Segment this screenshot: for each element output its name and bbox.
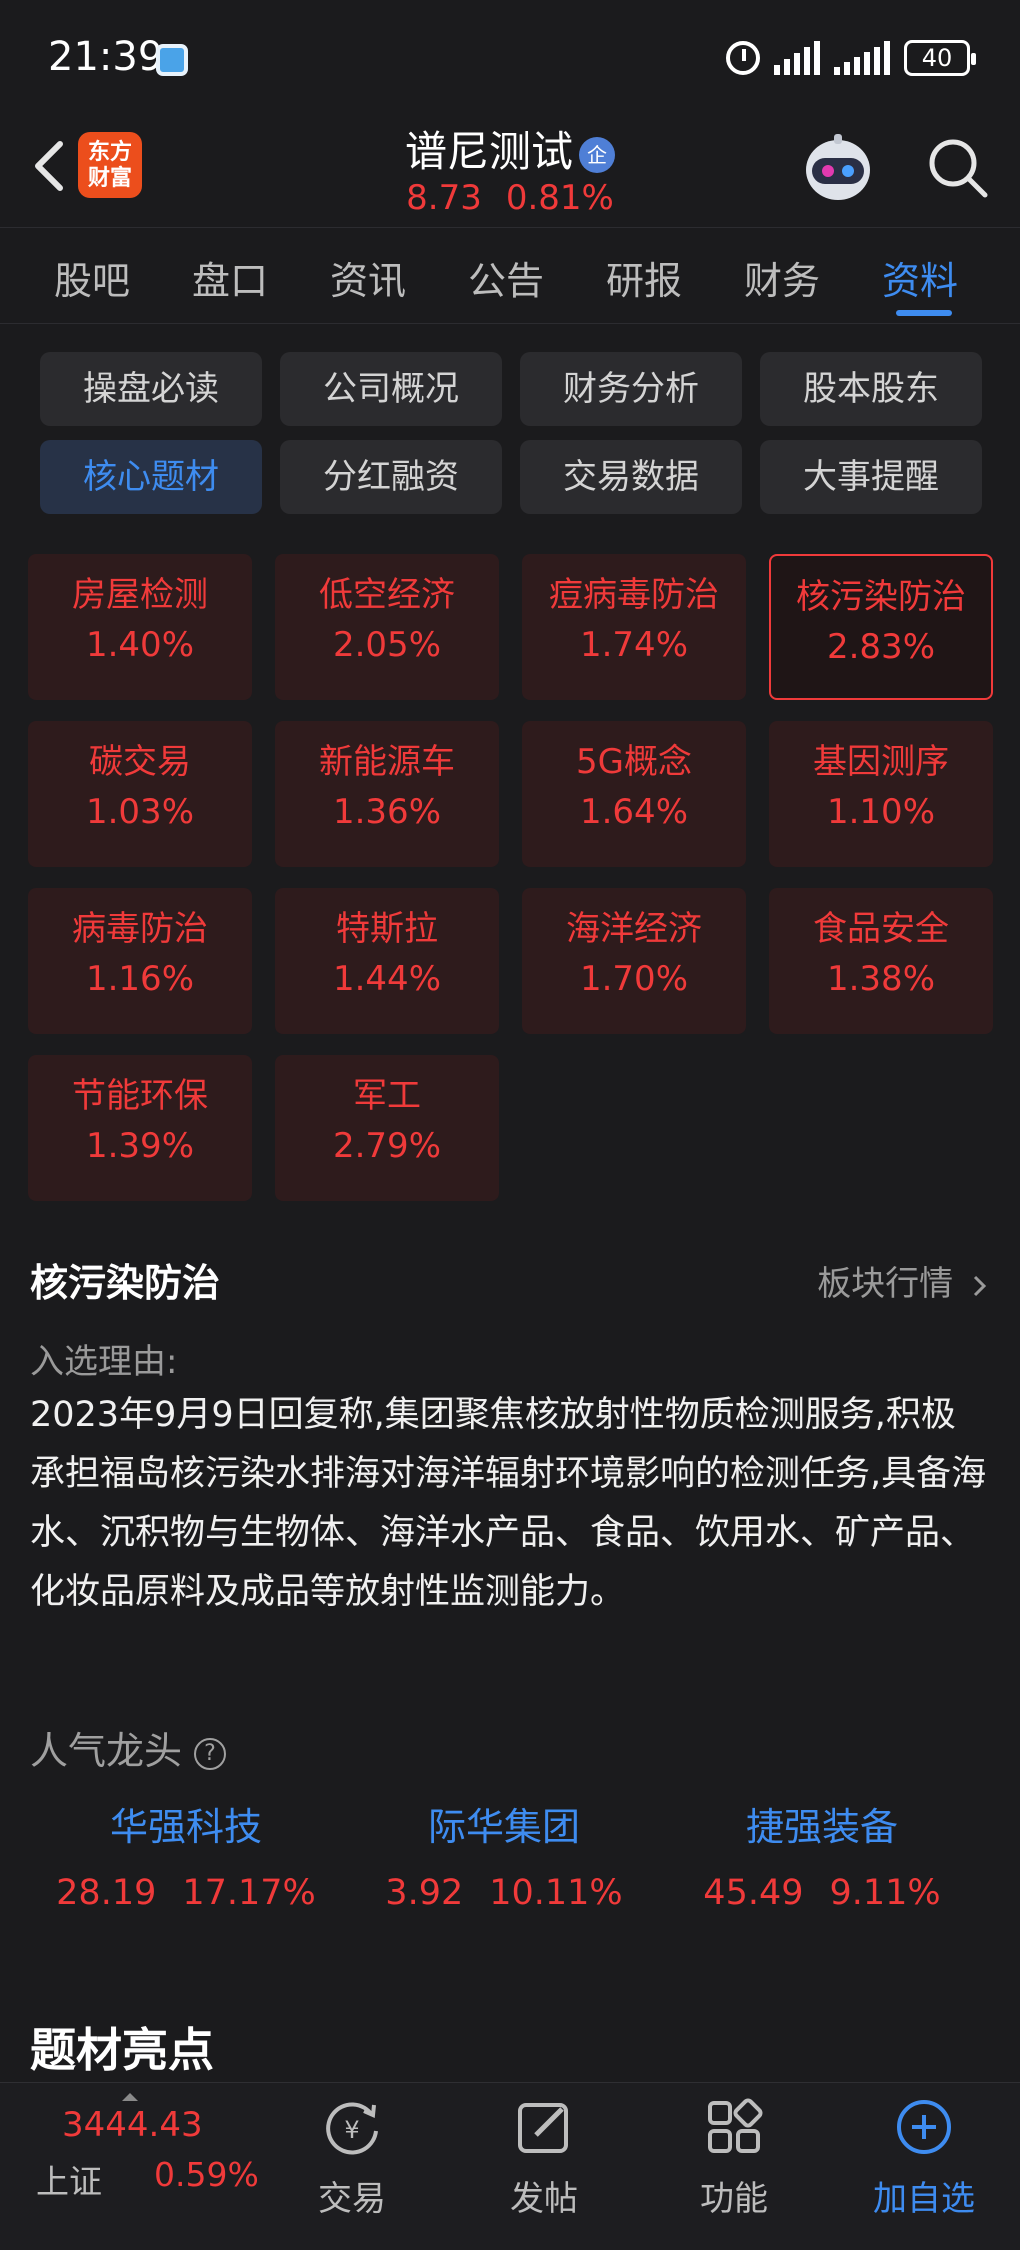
post-button[interactable]: 发帖: [464, 2095, 624, 2220]
add-to-watchlist-button[interactable]: 加自选: [844, 2095, 1004, 2220]
theme-card[interactable]: 节能环保 1.39%: [28, 1055, 252, 1201]
edit-icon: [518, 2103, 568, 2153]
subtab-dividends[interactable]: 分红融资: [280, 440, 502, 514]
stock-change-pct: 0.81%: [505, 178, 614, 218]
leader-item[interactable]: 捷强装备 45.49 9.11%: [662, 1796, 982, 1913]
theme-card[interactable]: 痘病毒防治 1.74%: [522, 554, 746, 700]
theme-card[interactable]: 低空经济 2.05%: [275, 554, 499, 700]
trade-button[interactable]: ¥ 交易: [272, 2095, 432, 2220]
search-icon[interactable]: [926, 136, 990, 200]
nav-bar: 东方 财富 谱尼测试企 8.73 0.81%: [0, 110, 1020, 228]
tab-news[interactable]: 资讯: [330, 250, 406, 305]
theme-card[interactable]: 特斯拉 1.44%: [275, 888, 499, 1034]
theme-card[interactable]: 新能源车 1.36%: [275, 721, 499, 867]
subtab-events[interactable]: 大事提醒: [760, 440, 982, 514]
active-tab-indicator: [896, 310, 952, 316]
theme-card[interactable]: 碳交易 1.03%: [28, 721, 252, 867]
wifi-signal-icon: [774, 41, 820, 75]
add-circle-icon: [897, 2100, 951, 2154]
alarm-icon: [726, 41, 760, 75]
yuan-cycle-icon: ¥: [326, 2102, 378, 2155]
subtab-core-themes[interactable]: 核心题材: [40, 440, 262, 514]
enterprise-badge-icon: 企: [579, 136, 615, 173]
expand-up-icon[interactable]: [122, 2093, 138, 2101]
subtab-company-overview[interactable]: 公司概况: [280, 352, 502, 426]
subtab-share-capital[interactable]: 股本股东: [760, 352, 982, 426]
theme-card[interactable]: 病毒防治 1.16%: [28, 888, 252, 1034]
chevron-right-icon: [973, 1275, 987, 1296]
subtab-trading-data[interactable]: 交易数据: [520, 440, 742, 514]
reason-text: 2023年9月9日回复称,集团聚焦核放射性物质检测服务,积极承担福岛核污染水排海…: [30, 1395, 987, 1612]
reason-label: 入选理由:: [30, 1342, 178, 1382]
theme-card[interactable]: 房屋检测 1.40%: [28, 554, 252, 700]
stock-price: 8.73: [406, 178, 482, 218]
tab-finance[interactable]: 财务: [744, 250, 820, 305]
index-name: 上证: [36, 2162, 102, 2201]
tab-research[interactable]: 研报: [606, 250, 682, 305]
battery-icon: 40: [904, 40, 976, 76]
status-bar: 21:39 40: [0, 0, 1020, 110]
theme-card-selected[interactable]: 核污染防治 2.83%: [769, 554, 993, 700]
theme-detail-title: 核污染防治: [30, 1261, 221, 1305]
index-value: 3444.43: [62, 2105, 203, 2145]
sector-quote-link[interactable]: 板块行情: [817, 1256, 990, 1305]
bottom-bar: 3444.43 上证 0.59% ¥ 交易 发帖 功能 加自选: [0, 2082, 1020, 2250]
theme-card[interactable]: 食品安全 1.38%: [769, 888, 993, 1034]
theme-card[interactable]: 5G概念 1.64%: [522, 721, 746, 867]
help-icon[interactable]: ?: [194, 1737, 227, 1770]
status-time: 21:39: [48, 34, 164, 80]
cell-signal-icon: [834, 41, 890, 75]
tab-profile[interactable]: 资料: [882, 250, 958, 305]
subtab-trading-must-read[interactable]: 操盘必读: [40, 352, 262, 426]
theme-card[interactable]: 海洋经济 1.70%: [522, 888, 746, 1034]
grid-icon: [708, 2098, 763, 2153]
theme-card[interactable]: 基因测序 1.10%: [769, 721, 993, 867]
svg-text:¥: ¥: [344, 2116, 359, 2144]
tab-announcements[interactable]: 公告: [468, 250, 544, 305]
popular-leaders-title: 人气龙头?: [30, 1720, 227, 1775]
theme-card[interactable]: 军工 2.79%: [275, 1055, 499, 1201]
assistant-robot-icon[interactable]: [798, 130, 878, 206]
leader-item[interactable]: 际华集团 3.92 10.11%: [344, 1796, 664, 1913]
theme-highlights-title: 题材亮点: [30, 2023, 214, 2077]
subtab-financial-analysis[interactable]: 财务分析: [520, 352, 742, 426]
tab-guba[interactable]: 股吧: [54, 250, 130, 305]
main-tabs: 股吧 盘口 资讯 公告 研报 财务 资料: [0, 228, 1020, 324]
status-icons: 40: [726, 38, 976, 78]
tab-pankou[interactable]: 盘口: [192, 250, 268, 305]
notification-app-icon: [156, 44, 188, 76]
functions-button[interactable]: 功能: [654, 2095, 814, 2220]
index-change-pct: 0.59%: [154, 2155, 259, 2194]
leader-item[interactable]: 华强科技 28.19 17.17%: [26, 1796, 346, 1913]
